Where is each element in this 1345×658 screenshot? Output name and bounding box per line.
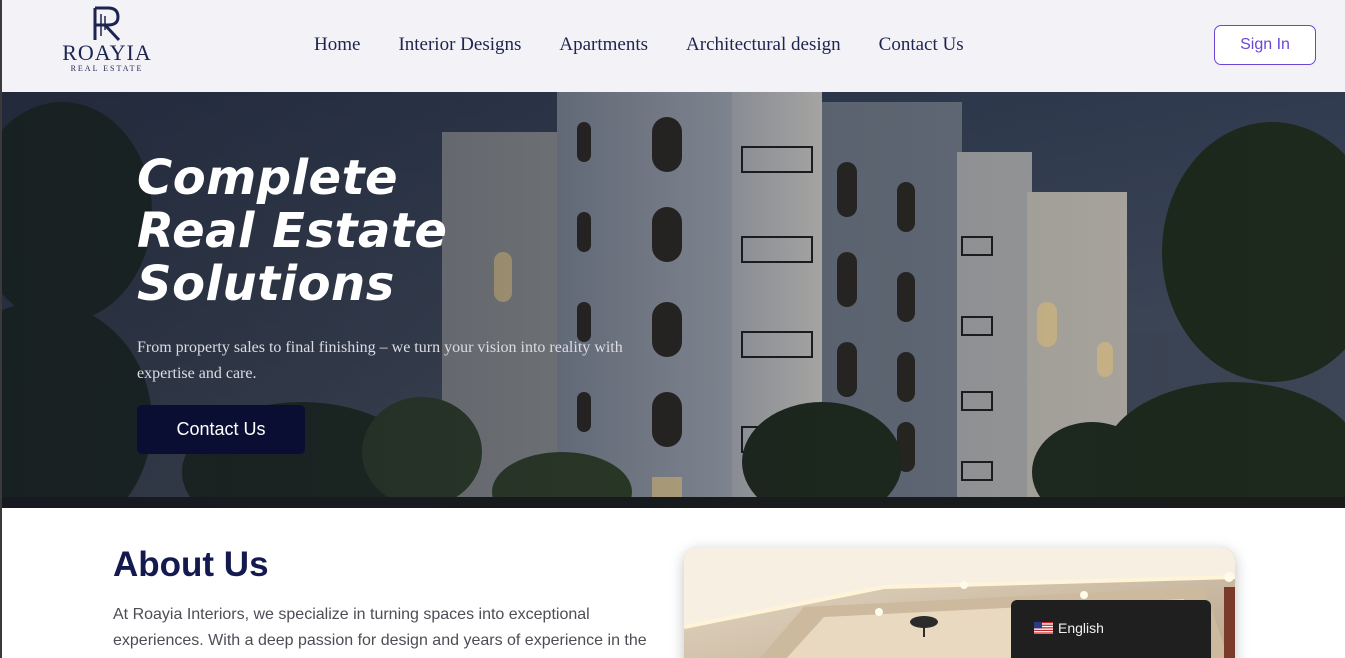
hero-contact-button[interactable]: Contact Us bbox=[137, 405, 305, 454]
nav-architectural-design[interactable]: Architectural design bbox=[686, 33, 841, 57]
hero-title: Complete Real Estate Solutions bbox=[137, 152, 557, 311]
nav-apartments[interactable]: Apartments bbox=[559, 33, 648, 57]
brand-logo[interactable]: ROAYIA REAL ESTATE bbox=[62, 6, 152, 78]
language-label: English bbox=[1058, 620, 1104, 636]
language-switcher[interactable]: English bbox=[1011, 600, 1211, 658]
hero-subtitle: From property sales to final finishing –… bbox=[137, 339, 623, 382]
nav-home[interactable]: Home bbox=[314, 33, 360, 57]
hero-title-line: Real Estate bbox=[137, 203, 448, 259]
logo-tagline: REAL ESTATE bbox=[70, 64, 144, 73]
us-flag-icon bbox=[1034, 622, 1053, 634]
about-title: About Us bbox=[113, 545, 269, 584]
logo-monogram-icon bbox=[93, 6, 121, 42]
logo-name: ROAYIA bbox=[62, 40, 152, 65]
hero-section: Complete Real Estate Solutions From prop… bbox=[0, 92, 1345, 508]
site-header: ROAYIA REAL ESTATE Home Interior Designs… bbox=[0, 0, 1345, 92]
sign-in-button[interactable]: Sign In bbox=[1214, 25, 1316, 65]
about-text: At Roayia Interiors, we specialize in tu… bbox=[113, 606, 647, 649]
hero-title-line: Solutions bbox=[137, 256, 395, 312]
nav-contact-us[interactable]: Contact Us bbox=[879, 33, 964, 57]
window-edge bbox=[0, 508, 2, 658]
main-nav: Home Interior Designs Apartments Archite… bbox=[314, 33, 1002, 57]
nav-interior-designs[interactable]: Interior Designs bbox=[398, 33, 521, 57]
hero-title-line: Complete bbox=[137, 150, 399, 206]
